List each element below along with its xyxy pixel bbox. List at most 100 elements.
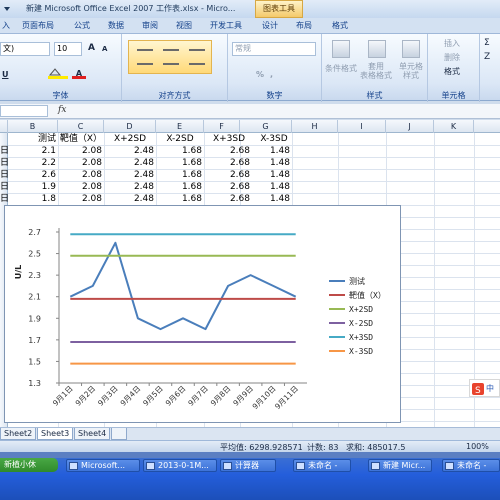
x-tick-label: 9月4日 (119, 384, 143, 408)
tab-review[interactable]: 审阅 (142, 19, 158, 33)
font-size-box[interactable]: 10 (54, 42, 82, 56)
tab-data[interactable]: 数据 (108, 19, 124, 33)
header-minus-2sd[interactable]: X-2SD (156, 133, 204, 145)
insert-cells-button[interactable]: 插入 (444, 37, 460, 51)
sort-button[interactable]: Z (484, 51, 490, 65)
cell-target[interactable]: 2.08 (56, 169, 102, 181)
conditional-format-button[interactable]: 条件格式 (324, 62, 358, 76)
column-header-g[interactable]: G (240, 120, 292, 133)
windows-taskbar: 新植小休 Microsoft... 2013-0-1M... 计算器 未命名 -… (0, 458, 500, 500)
cell-plus-2sd[interactable]: 2.48 (104, 169, 154, 181)
ime-mode-label: 中 (486, 384, 494, 393)
cell-target[interactable]: 2.08 (56, 145, 102, 157)
column-header-i[interactable]: I (338, 120, 386, 133)
tab-formulas[interactable]: 公式 (74, 19, 90, 33)
cell-plus-2sd[interactable]: 2.48 (104, 157, 154, 169)
taskbar-item[interactable]: 2013-0-1M... (143, 459, 217, 472)
cell-target[interactable]: 2.08 (56, 181, 102, 193)
fx-icon[interactable]: fx (58, 105, 66, 115)
comma-button[interactable]: , (270, 68, 273, 82)
table-format-icon[interactable] (368, 40, 386, 58)
tab-design[interactable]: 设计 (262, 19, 278, 33)
column-header-k[interactable]: K (434, 120, 474, 133)
tab-view[interactable]: 视图 (176, 19, 192, 33)
taskbar-item[interactable]: 未命名 - (293, 459, 351, 472)
header-target[interactable]: 靶值（X） (56, 133, 102, 145)
column-header-c[interactable]: C (58, 120, 104, 133)
sheet-tab-2[interactable]: Sheet2 (0, 428, 37, 440)
delete-cells-button[interactable]: 删除 (444, 51, 460, 65)
cell-minus-2sd[interactable]: 1.68 (156, 169, 202, 181)
cell-minus-3sd[interactable]: 1.48 (240, 157, 290, 169)
cell-style-button[interactable]: 单元格 样式 (394, 62, 428, 82)
cell-minus-2sd[interactable]: 1.68 (156, 145, 202, 157)
tab-page-layout[interactable]: 页面布局 (22, 19, 54, 33)
tab-format[interactable]: 格式 (332, 19, 348, 33)
header-minus-3sd[interactable]: X-3SD (254, 133, 294, 145)
column-header-b[interactable]: B (8, 120, 58, 133)
table-format-button[interactable]: 套用 表格格式 (358, 62, 394, 82)
cell-minus-3sd[interactable]: 1.48 (240, 193, 290, 205)
font-group-label: 字体 (52, 91, 69, 100)
grow-font-button[interactable]: A (88, 42, 95, 56)
x-tick-label: 9月5日 (141, 384, 165, 408)
ime-toolbar[interactable]: S 中 (469, 379, 500, 397)
cell-plus-2sd[interactable]: 2.48 (104, 145, 154, 157)
zoom-level[interactable]: 100% (466, 442, 489, 451)
cell-target[interactable]: 2.08 (56, 157, 102, 169)
autosum-button[interactable]: Σ (484, 37, 490, 51)
cell-test[interactable]: 1.8 (8, 193, 56, 205)
format-cells-button[interactable]: 格式 (444, 65, 460, 79)
cell-test[interactable]: 1.9 (8, 181, 56, 193)
column-header-f[interactable]: F (204, 120, 240, 133)
percent-button[interactable]: % (256, 68, 264, 82)
select-all-corner[interactable] (0, 120, 8, 133)
column-header-h[interactable]: H (292, 120, 338, 133)
taskbar-item[interactable]: 计算器 (220, 459, 276, 472)
tab-layout[interactable]: 布局 (296, 19, 312, 33)
taskbar-item[interactable]: 新建 Micr... (368, 459, 432, 472)
fill-color-icon[interactable] (48, 67, 68, 79)
column-header-j[interactable]: J (386, 120, 434, 133)
insert-sheet-icon[interactable] (111, 428, 127, 440)
font-name-box[interactable]: 文) (0, 42, 50, 56)
taskbar-item[interactable]: 未命名 - (442, 459, 500, 472)
header-plus-2sd[interactable]: X+2SD (104, 133, 156, 145)
start-button[interactable]: 新植小休 (0, 458, 58, 472)
name-box[interactable] (0, 105, 48, 117)
dropdown-arrow-icon[interactable] (2, 3, 12, 14)
styles-group-label: 样式 (366, 91, 383, 100)
x-tick-label: 9月10日 (250, 384, 277, 411)
tab-insert[interactable]: 入 (2, 19, 10, 33)
header-test[interactable]: 测试 (8, 133, 56, 145)
shrink-font-button[interactable]: A (102, 43, 107, 57)
ribbon-tabs: 入 页面布局 公式 数据 审阅 视图 开发工具 设计 布局 格式 (0, 18, 500, 33)
font-color-icon[interactable]: A (72, 67, 86, 79)
editing-group: Σ Z (480, 34, 500, 102)
conditional-format-icon[interactable] (332, 40, 350, 58)
cell-minus-2sd[interactable]: 1.68 (156, 181, 202, 193)
cell-test[interactable]: 2.6 (8, 169, 56, 181)
underline-button[interactable]: U (2, 68, 9, 82)
cell-plus-2sd[interactable]: 2.48 (104, 181, 154, 193)
cell-target[interactable]: 2.08 (56, 193, 102, 205)
tab-developer[interactable]: 开发工具 (210, 19, 242, 33)
cell-minus-3sd[interactable]: 1.48 (240, 145, 290, 157)
cell-plus-2sd[interactable]: 2.48 (104, 193, 154, 205)
cell-minus-3sd[interactable]: 1.48 (240, 169, 290, 181)
taskbar-item[interactable]: Microsoft... (66, 459, 140, 472)
embedded-line-chart[interactable]: 2.7 2.5 2.3 2.1 1.9 1.7 1.5 1.3 U/L 9月1日 9月2日 9月3日 9… (4, 205, 401, 423)
cell-test[interactable]: 2.1 (8, 145, 56, 157)
alignment-buttons[interactable] (128, 40, 212, 74)
number-format-box[interactable]: 常规 (232, 42, 316, 56)
column-header-e[interactable]: E (156, 120, 204, 133)
cell-minus-3sd[interactable]: 1.48 (240, 181, 290, 193)
cell-minus-2sd[interactable]: 1.68 (156, 193, 202, 205)
sheet-tab-3[interactable]: Sheet3 (37, 428, 74, 440)
cell-test[interactable]: 2.2 (8, 157, 56, 169)
cell-minus-2sd[interactable]: 1.68 (156, 157, 202, 169)
column-header-d[interactable]: D (104, 120, 156, 133)
header-plus-3sd[interactable]: X+3SD (204, 133, 254, 145)
sheet-tab-4[interactable]: Sheet4 (74, 428, 111, 440)
cell-style-icon[interactable] (402, 40, 420, 58)
